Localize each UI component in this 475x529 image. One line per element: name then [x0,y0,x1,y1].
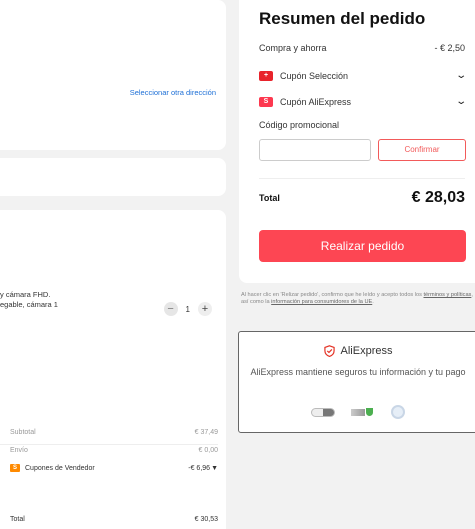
buy-save-label: Compra y ahorra [259,43,327,53]
quantity-value: 1 [185,304,190,314]
increase-quantity-button[interactable]: + [198,302,212,316]
store-subtotal-row: Subtotal € 37,49 [10,429,218,436]
store-shipping-value: € 0,00 [198,447,218,454]
store-shipping-row: Envío € 0,00 [10,447,218,454]
coupon-selection-row[interactable]: + Cupón Selección ⌄ [259,70,467,81]
confirm-promo-button[interactable]: Confirmar [378,139,466,161]
coupon-icon: S [10,464,20,472]
store-shipping-label: Envío [10,447,28,454]
store-coupon-row[interactable]: S Cupones de Vendedor -€ 6,96▼ [10,464,218,472]
selection-coupon-icon: + [259,70,273,81]
toggle-badge-icon [311,407,335,417]
divider [259,178,465,179]
seal-badge-icon [391,405,405,419]
aliexpress-brand: AliExpress [239,345,475,357]
order-total-value: € 28,03 [411,189,465,206]
legal-notice: Al hacer clic en 'Relizar pedido', confi… [241,292,475,306]
secure-payment-text: AliExpress mantiene seguros tu informaci… [250,367,466,377]
store-coupon-value: -€ 6,96 [188,464,211,472]
store-subtotal-value: € 37,49 [194,429,218,436]
quantity-stepper: − 1 + [163,302,212,316]
store-coupon-label: Cupones de Vendedor [25,464,95,472]
eu-consumer-info-link[interactable]: información para consumidores de la UE [271,299,372,305]
legal-text: . [372,299,374,305]
brand-name: AliExpress [340,345,393,357]
store-total-label: Total [10,516,25,523]
store-total-row: Total € 30,53 [10,516,218,523]
aliexpress-coupon-icon: S [259,96,273,107]
legal-text: Al hacer clic en 'Relizar pedido', confi… [241,292,424,298]
product-title[interactable]: y cámara FHD. egable, cámara 1 [0,290,58,310]
order-total-row: Total € 28,03 [259,189,465,207]
order-summary-title: Resumen del pedido [259,9,426,28]
address-card: Seleccionar otra dirección [0,0,226,150]
chevron-down-icon[interactable]: ⌄ [455,70,467,81]
store-subtotal-label: Subtotal [10,429,36,436]
buy-save-value: - € 2,50 [434,43,465,53]
divider [0,444,218,445]
coupon-selection-label: Cupón Selección [280,70,349,81]
buy-save-row: Compra y ahorra - € 2,50 [259,43,465,53]
place-order-button[interactable]: Realizar pedido [259,230,466,262]
coupon-aliexpress-label: Cupón AliExpress [280,96,352,107]
order-summary-card: Resumen del pedido Compra y ahorra - € 2… [239,0,475,283]
chevron-down-icon[interactable]: ▼ [211,465,218,472]
shield-icon [323,345,335,357]
decrease-quantity-button[interactable]: − [163,302,178,316]
store-total-value: € 30,53 [194,516,218,523]
security-badges [239,405,475,419]
delivery-card [0,158,226,196]
select-other-address-link[interactable]: Seleccionar otra dirección [130,88,216,97]
secure-payment-box: AliExpress AliExpress mantiene seguros t… [238,331,475,433]
coupon-aliexpress-row[interactable]: S Cupón AliExpress ⌄ [259,96,467,107]
promo-code-label: Código promocional [259,120,340,130]
chevron-down-icon[interactable]: ⌄ [455,96,467,107]
verified-badge-icon [351,408,375,417]
product-title-line1: y cámara FHD. [0,290,51,299]
product-title-line2: egable, cámara 1 [0,300,58,309]
promo-code-input[interactable] [259,139,371,161]
product-card: y cámara FHD. egable, cámara 1 − 1 + Sub… [0,210,226,529]
order-total-label: Total [259,193,280,203]
terms-link[interactable]: términos y políticas [423,292,471,298]
